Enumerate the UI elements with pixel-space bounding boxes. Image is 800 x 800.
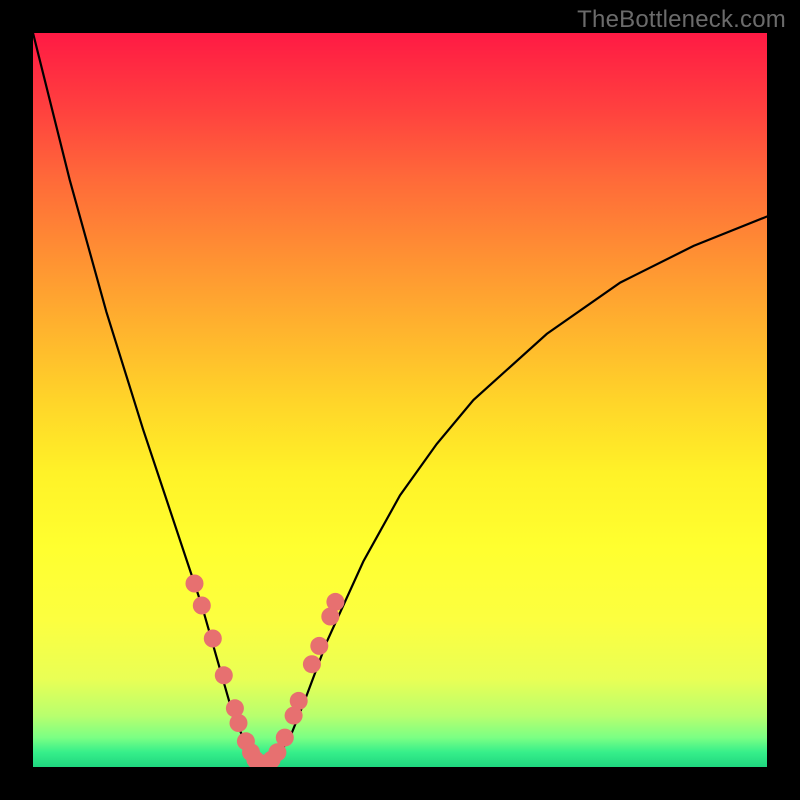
marker-dot (204, 630, 222, 648)
marker-dot (303, 655, 321, 673)
marker-group (186, 575, 345, 768)
bottleneck-curve (33, 33, 767, 767)
marker-dot (230, 714, 248, 732)
marker-dot (215, 666, 233, 684)
marker-dot (326, 593, 344, 611)
marker-dot (290, 692, 308, 710)
marker-dot (276, 729, 294, 747)
watermark-text: TheBottleneck.com (577, 6, 786, 34)
marker-dot (186, 575, 204, 593)
chart-svg (33, 33, 767, 767)
plot-area (33, 33, 767, 767)
marker-dot (310, 637, 328, 655)
marker-dot (193, 597, 211, 615)
